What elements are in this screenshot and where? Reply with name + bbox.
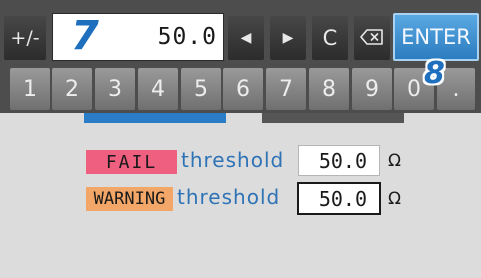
digit-1-key[interactable]: 1: [10, 68, 50, 110]
active-tab-indicator[interactable]: [84, 113, 226, 123]
backspace-button[interactable]: [354, 16, 390, 60]
digit-6-key[interactable]: 6: [223, 68, 263, 110]
step-7-callout: 7: [71, 13, 99, 59]
cursor-right-button[interactable]: ▶: [270, 16, 306, 60]
digit-2-key[interactable]: 2: [52, 68, 92, 110]
enter-button[interactable]: ENTER: [393, 13, 479, 61]
inactive-tab-indicator[interactable]: [262, 113, 404, 123]
digit-3-key[interactable]: 3: [95, 68, 135, 110]
digit-4-key[interactable]: 4: [138, 68, 178, 110]
warning-threshold-value: 50.0: [318, 186, 367, 211]
fail-threshold-value: 50.0: [318, 148, 367, 173]
digit-7-key[interactable]: 7: [266, 68, 306, 110]
clear-button[interactable]: C: [312, 16, 348, 60]
cursor-left-button[interactable]: ◀: [228, 16, 264, 60]
backspace-icon: [360, 26, 384, 51]
step-8-callout: 8: [424, 56, 445, 91]
fail-threshold-label: threshold: [181, 148, 285, 172]
digit-9-key[interactable]: 9: [352, 68, 392, 110]
warning-threshold-label: threshold: [177, 185, 281, 209]
warning-threshold-unit: Ω: [388, 189, 401, 209]
plus-minus-button[interactable]: +/-: [4, 16, 46, 60]
fail-badge: FAIL: [86, 150, 177, 174]
warning-threshold-field[interactable]: 50.0: [297, 182, 381, 215]
fail-threshold-field[interactable]: 50.0: [298, 145, 380, 176]
digit-row: 1 2 3 4 5 6 7 8 9 0 .: [0, 68, 481, 113]
entry-value: 50.0: [157, 24, 217, 50]
threshold-settings-panel: FAIL threshold 50.0 Ω WARNING threshold …: [0, 113, 481, 278]
fail-threshold-unit: Ω: [388, 151, 401, 171]
digit-5-key[interactable]: 5: [181, 68, 221, 110]
digit-8-key[interactable]: 8: [309, 68, 349, 110]
warning-badge: WARNING: [86, 187, 173, 211]
